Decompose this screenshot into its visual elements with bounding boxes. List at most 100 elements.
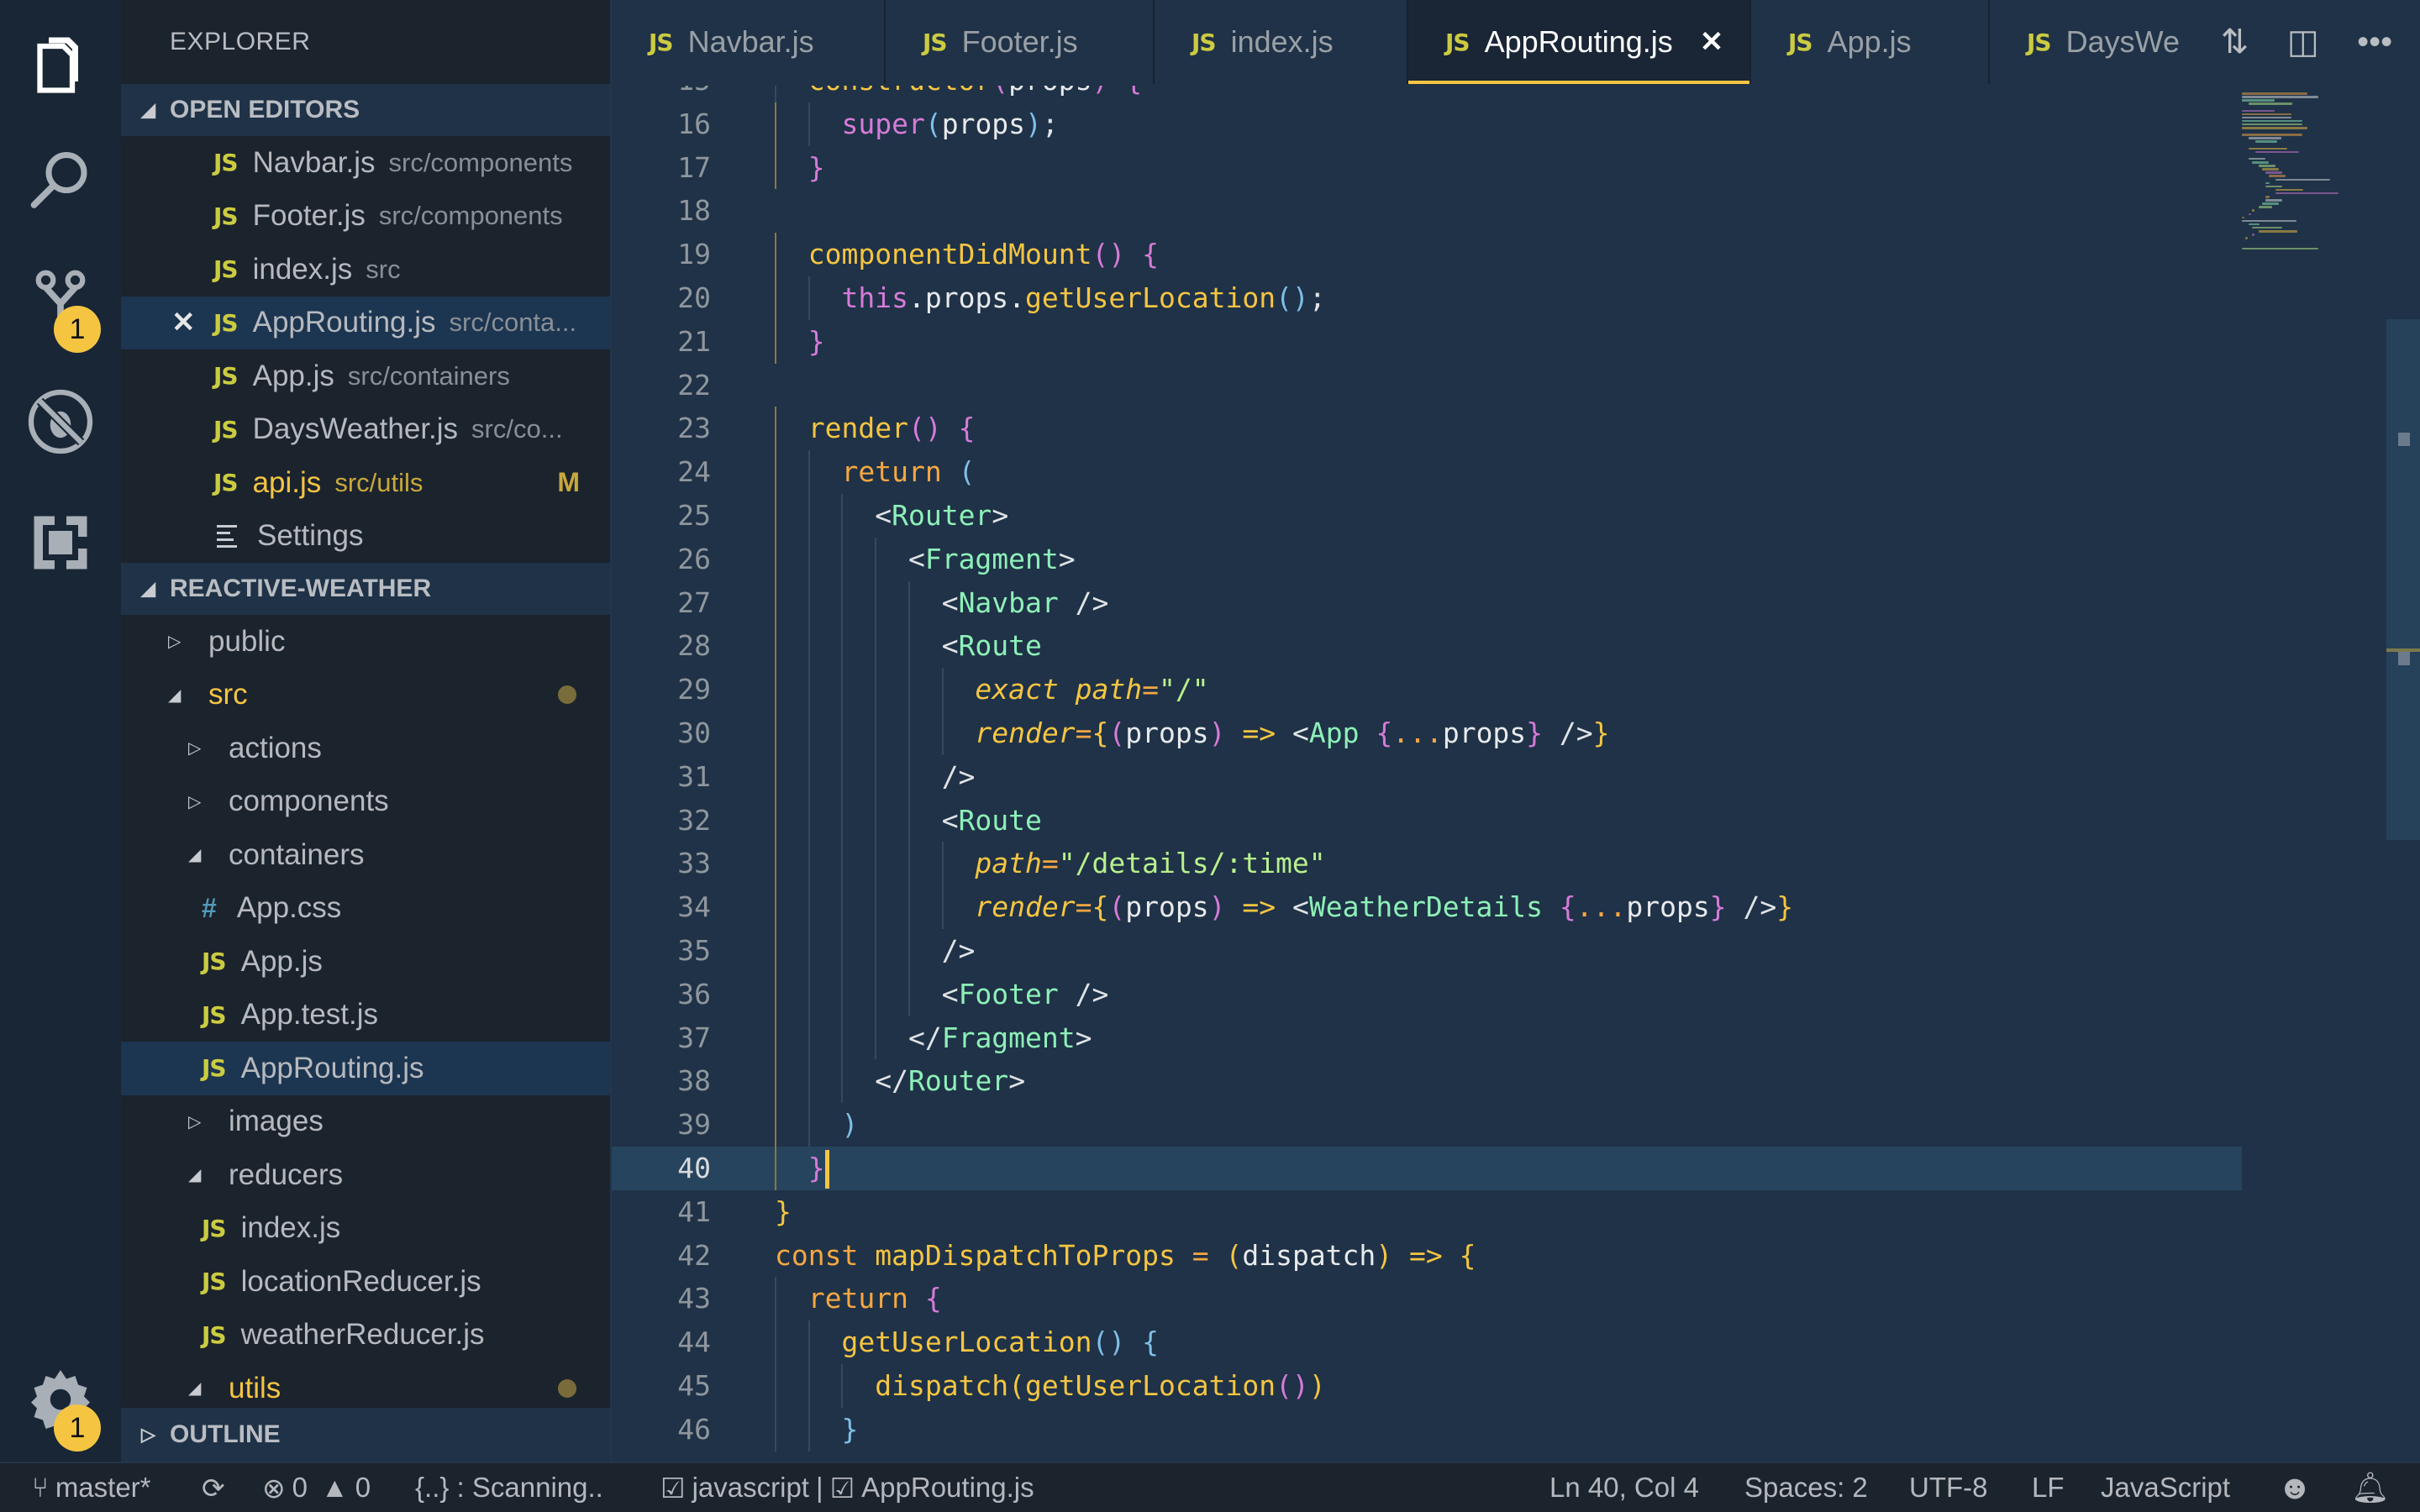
code-token: { [958, 412, 976, 445]
code-token: /> [941, 933, 976, 967]
tab-navbar-js[interactable]: JS Navbar.js [612, 0, 886, 84]
split-editor-icon[interactable]: ◫ [2287, 23, 2319, 61]
code-token: ( [992, 86, 1008, 97]
encoding[interactable]: UTF-8 [1909, 1463, 1988, 1512]
open-editor-item[interactable]: JS Footer.js src/components [121, 190, 610, 244]
folder-item[interactable]: ▷ components [121, 775, 610, 829]
code-editor[interactable]: 15 constructor(props) {16 super(props);1… [612, 86, 2420, 1462]
open-editor-item[interactable]: JS Navbar.js src/components [121, 136, 610, 190]
search-icon [30, 152, 87, 208]
debug-button[interactable] [0, 371, 121, 472]
file-name: DaysWeather.js [252, 412, 459, 446]
manage-button[interactable]: 1 [0, 1349, 121, 1452]
code-text: dispatch(getUserLocation()) [775, 1364, 1325, 1408]
file-path: src/containers [347, 360, 510, 391]
folder-item[interactable]: ◢ utils [121, 1362, 610, 1415]
minimap-line [2242, 247, 2318, 249]
file-item[interactable]: JS index.js [121, 1202, 610, 1256]
line-number: 27 [677, 585, 711, 619]
line-number: 22 [677, 368, 711, 402]
code-text: ) [775, 1103, 858, 1147]
language-mode[interactable]: JavaScript [2101, 1463, 2230, 1512]
code-text: </Router> [775, 1059, 1025, 1103]
cursor-position[interactable]: Ln 40, Col 4 [1549, 1463, 1699, 1512]
file-item[interactable]: JS App.test.js [121, 989, 610, 1042]
open-editor-item[interactable]: JS App.js src/containers [121, 349, 610, 403]
text-cursor [824, 1150, 829, 1189]
code-line: 46 } [612, 1407, 2242, 1452]
more-actions-icon[interactable]: ••• [2357, 24, 2392, 61]
file-item[interactable]: JS App.js [121, 935, 610, 989]
folder-item[interactable]: ▷ actions [121, 722, 610, 775]
project-label: REACTIVE-WEATHER [170, 575, 432, 602]
project-header[interactable]: ◢ REACTIVE-WEATHER [121, 563, 610, 615]
file-item[interactable]: # App.css [121, 882, 610, 936]
sync-button[interactable]: ⟳ [202, 1463, 225, 1512]
code-line: 36 <Footer /> [612, 972, 2242, 1016]
code-text: this.props.getUserLocation(); [775, 276, 1325, 320]
close-icon[interactable]: ✕ [1700, 25, 1724, 59]
problems-status[interactable]: ⊗ 0 ▲ 0 [262, 1463, 371, 1512]
code-token: /> [1726, 890, 1777, 924]
source-control-button[interactable]: 1 [0, 250, 121, 353]
explorer-button[interactable] [0, 13, 121, 114]
file-item[interactable]: JS weatherReducer.js [121, 1309, 610, 1362]
line-number: 26 [677, 542, 711, 575]
search-button[interactable] [0, 131, 121, 232]
folder-item[interactable]: ◢ containers [121, 828, 610, 882]
code-token: render [975, 716, 1076, 749]
feedback-icon[interactable]: ☻ [2277, 1463, 2312, 1512]
outline-header[interactable]: ▷ OUTLINE [121, 1408, 610, 1462]
code-token: => [1409, 1238, 1443, 1272]
open-editor-item[interactable]: JS index.js src [121, 243, 610, 297]
folder-item[interactable]: ▷ images [121, 1095, 610, 1149]
minimap-line [2262, 168, 2279, 171]
open-editors-header[interactable]: ◢ OPEN EDITORS [121, 84, 610, 136]
branch-status[interactable]: ⑂ master* [32, 1463, 151, 1512]
tab-approuting-js[interactable]: JS AppRouting.js ✕ [1408, 0, 1751, 84]
minimap[interactable] [2242, 86, 2393, 287]
scanning-status[interactable]: {..} : Scanning.. [415, 1463, 603, 1512]
tab-footer-js[interactable]: JS Footer.js [886, 0, 1155, 84]
line-number: 39 [677, 1108, 711, 1142]
notifications-bell-icon[interactable]: 🔔︎ [2351, 1463, 2390, 1512]
chevron-down-icon: ◢ [141, 578, 155, 599]
file-item[interactable]: JS locationReducer.js [121, 1255, 610, 1309]
open-editor-item[interactable]: JS DaysWeather.js src/co... [121, 403, 610, 457]
minimap-line [2249, 102, 2292, 105]
close-icon[interactable]: ✕ [171, 306, 196, 339]
line-number: 24 [677, 455, 711, 489]
outline-label: OUTLINE [170, 1420, 281, 1448]
js-file-icon: JS [649, 28, 674, 56]
folder-item[interactable]: ▷ public [121, 615, 610, 669]
folder-item[interactable]: ◢ reducers [121, 1148, 610, 1202]
open-editor-item[interactable]: Settings [121, 510, 610, 564]
vertical-scrollbar[interactable] [2386, 319, 2420, 840]
indentation[interactable]: Spaces: 2 [1744, 1463, 1868, 1512]
extensions-button[interactable] [0, 492, 121, 593]
code-token: ( [1225, 1238, 1243, 1272]
open-editor-item[interactable]: JS api.js src/utils M [121, 456, 610, 510]
code-token: ... [1392, 716, 1443, 749]
tab-app-js[interactable]: JS App.js [1751, 0, 1990, 84]
file-path: src/utils [334, 467, 424, 497]
code-token: = [1041, 847, 1059, 880]
line-number: 23 [677, 412, 711, 445]
file-item[interactable]: JS AppRouting.js [121, 1042, 610, 1095]
open-editor-item[interactable]: ✕ JS AppRouting.js src/conta... [121, 296, 610, 349]
end-of-line[interactable]: LF [2032, 1463, 2065, 1512]
compare-changes-icon[interactable]: ⇅ [2221, 23, 2249, 61]
code-text: return { [775, 1277, 942, 1320]
code-token: "/" [1159, 673, 1209, 706]
tab-index-js[interactable]: JS index.js [1155, 0, 1408, 84]
lint-status[interactable]: ☑ javascript | ☑ AppRouting.js [660, 1463, 1034, 1512]
folder-item[interactable]: ◢ src [121, 669, 610, 722]
